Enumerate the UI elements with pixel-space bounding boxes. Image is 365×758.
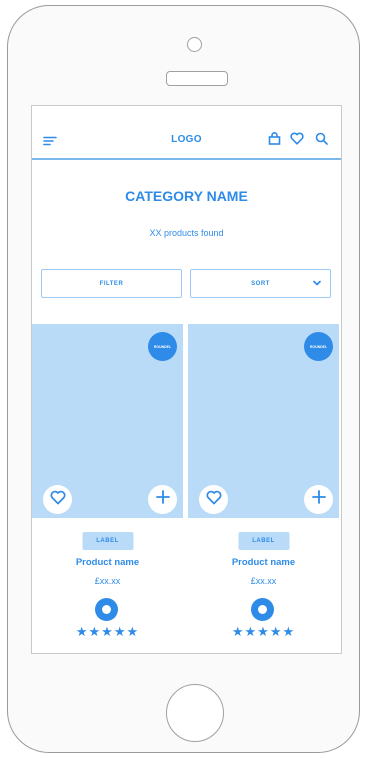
add-to-wishlist-button[interactable] (199, 485, 228, 514)
star-rating: ★★★★★ (32, 624, 183, 640)
product-price: £xx.xx (250, 576, 277, 586)
heart-icon (205, 490, 222, 510)
category-title: CATEGORY NAME (125, 188, 248, 204)
plus-icon (311, 489, 327, 510)
phone-speaker (166, 71, 228, 86)
heart-icon (49, 490, 66, 510)
star-icon: ★ (88, 624, 102, 639)
sort-dropdown[interactable]: SORT (190, 269, 331, 298)
chevron-down-icon (313, 280, 321, 288)
roundel-badge: ROUNDEL (304, 332, 333, 361)
star-rating: ★★★★★ (188, 624, 339, 640)
star-icon: ★ (282, 624, 296, 639)
product-card[interactable]: ROUNDEL LABEL Product name £xx.xx ★★★★★ (32, 324, 183, 653)
plus-icon (155, 489, 171, 510)
roundel-badge: ROUNDEL (148, 332, 177, 361)
filter-button-label: FILTER (99, 280, 124, 287)
star-icon: ★ (126, 624, 140, 639)
star-icon: ★ (113, 624, 127, 639)
product-name[interactable]: Product name (32, 557, 183, 568)
product-image[interactable]: ROUNDEL (32, 324, 183, 518)
product-label: LABEL (238, 532, 289, 550)
star-icon: ★ (75, 624, 89, 639)
heart-icon[interactable] (290, 132, 304, 150)
star-icon: ★ (101, 624, 114, 639)
colour-swatch[interactable] (251, 598, 274, 621)
star-icon: ★ (257, 624, 270, 639)
bag-icon[interactable] (268, 132, 281, 150)
search-icon[interactable] (315, 132, 328, 150)
app-screen: LOGO CATEGORY NAME XX products found FIL… (31, 105, 342, 654)
add-to-bag-button[interactable] (304, 485, 333, 514)
sort-dropdown-label: SORT (251, 280, 270, 287)
phone-camera (187, 37, 202, 52)
star-icon: ★ (244, 624, 258, 639)
home-button[interactable] (166, 684, 224, 742)
product-label: LABEL (82, 532, 133, 550)
product-image[interactable]: ROUNDEL (188, 324, 339, 518)
product-card[interactable]: ROUNDEL LABEL Product name £xx.xx ★★★★★ (188, 324, 339, 653)
products-found-count: XX products found (149, 228, 224, 238)
star-icon: ★ (269, 624, 283, 639)
product-name[interactable]: Product name (188, 557, 339, 568)
colour-swatch[interactable] (95, 598, 118, 621)
add-to-bag-button[interactable] (148, 485, 177, 514)
add-to-wishlist-button[interactable] (43, 485, 72, 514)
star-icon: ★ (231, 624, 245, 639)
product-price: £xx.xx (94, 576, 121, 586)
top-navigation-bar: LOGO (32, 106, 341, 160)
filter-button[interactable]: FILTER (41, 269, 182, 298)
